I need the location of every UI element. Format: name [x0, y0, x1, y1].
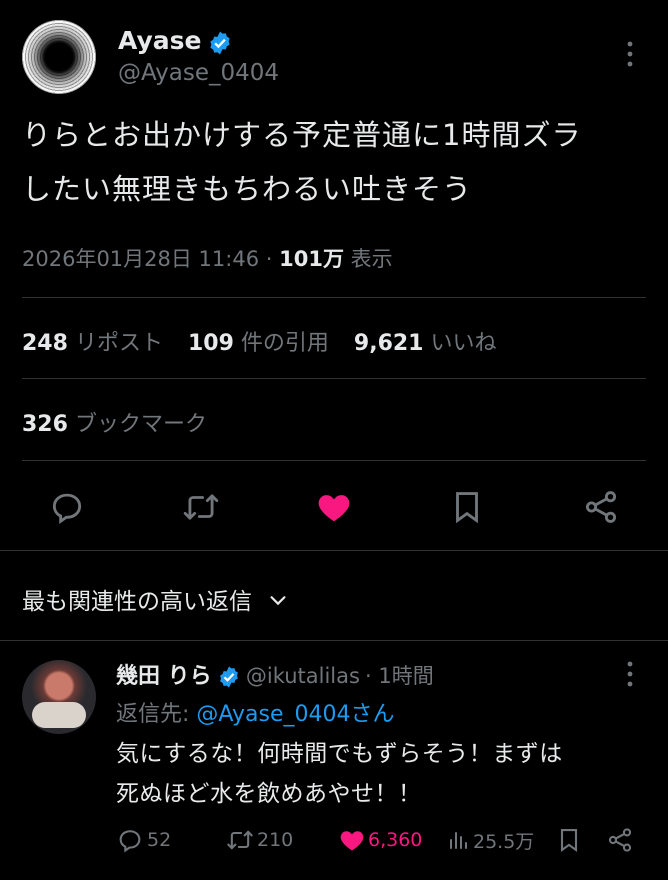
quotes-stat[interactable]: 109 件の引用	[188, 331, 329, 356]
reply-repost-button[interactable]: 210	[226, 826, 293, 854]
stats-row: 248 リポスト 109 件の引用 9,621 いいね	[22, 325, 497, 357]
reply-author-name[interactable]: 幾田 りら	[116, 664, 212, 689]
reply-to-handle[interactable]: @Ayase_0404さん	[196, 702, 394, 727]
reply-replies-button[interactable]: 52	[116, 826, 171, 854]
divider	[0, 640, 668, 641]
author-name-row[interactable]: Ayase	[118, 26, 233, 60]
bookmarks-count: 326	[22, 412, 68, 437]
bookmarks-label: ブックマーク	[74, 412, 207, 437]
tweet-text-line: りらとお出かけする予定普通に1時間ズラ	[22, 118, 582, 152]
like-icon	[318, 495, 350, 522]
divider	[22, 460, 646, 461]
more-icon[interactable]	[620, 40, 640, 72]
verified-badge-icon	[207, 30, 233, 60]
reply-text-line: 死ぬほど水を飲めあやせ！！	[116, 781, 422, 807]
share-button[interactable]	[582, 488, 620, 526]
quotes-label: 件の引用	[240, 331, 329, 356]
reply-icon	[119, 830, 141, 853]
bookmarks-stat[interactable]: 326 ブックマーク	[22, 406, 207, 438]
author-handle[interactable]: @Ayase_0404	[118, 60, 279, 86]
reply-more-icon[interactable]	[620, 660, 640, 692]
divider	[22, 378, 646, 379]
reply-reposts-count: 210	[257, 829, 294, 851]
views-count: 101万	[279, 247, 344, 271]
repost-button[interactable]	[182, 488, 220, 526]
reply-author-handle[interactable]: @ikutalilas	[246, 664, 360, 688]
reply-like-button[interactable]: 6,360	[338, 826, 422, 854]
tweet-text: りらとお出かけする予定普通に1時間ズラ したい無理きもちわるい吐きそう	[22, 108, 652, 216]
reposts-stat[interactable]: 248 リポスト	[22, 331, 163, 356]
repost-icon	[227, 830, 253, 850]
reply-text: 気にするな！何時間でもずらそう！まずは 死ぬほど水を飲めあやせ！！	[116, 734, 656, 814]
reply-views-button[interactable]: 25.5万	[446, 826, 534, 854]
reply-to-label: 返信先:	[116, 702, 190, 727]
replies-sort-label: 最も関連性の高い返信	[22, 589, 252, 615]
tweet-timestamp[interactable]: 2026年01月28日 11:46 ·	[22, 247, 272, 271]
reply-views-count: 25.5万	[473, 830, 535, 853]
reply-text-line: 気にするな！何時間でもずらそう！まずは	[116, 741, 563, 767]
like-button[interactable]	[315, 488, 353, 526]
likes-count: 9,621	[353, 331, 424, 356]
views-label: 表示	[350, 247, 393, 271]
reply-author-avatar[interactable]	[22, 660, 96, 734]
reply-likes-count: 6,360	[368, 829, 423, 851]
reply-to: 返信先: @Ayase_0404さん	[116, 696, 394, 728]
like-icon	[340, 831, 364, 851]
reply-button[interactable]	[48, 488, 86, 526]
bookmark-button[interactable]	[448, 488, 486, 526]
share-icon	[585, 491, 617, 523]
author-display-name[interactable]: Ayase	[118, 26, 201, 55]
share-icon	[608, 828, 632, 852]
repost-icon	[183, 494, 219, 520]
reply-bookmark-button[interactable]	[555, 826, 583, 858]
replies-sort-dropdown[interactable]: 最も関連性の高い返信	[22, 582, 289, 617]
verified-badge-icon	[217, 665, 241, 693]
reply-time[interactable]: · 1時間	[365, 664, 434, 688]
bookmark-icon	[560, 829, 578, 852]
tweet-text-line: したい無理きもちわるい吐きそう	[22, 172, 473, 206]
tweet-meta: 2026年01月28日 11:46 · 101万 表示	[22, 243, 393, 273]
reply-header: 幾田 りら @ikutalilas · 1時間	[116, 658, 434, 693]
reply-replies-count: 52	[147, 829, 172, 851]
divider	[22, 297, 646, 298]
likes-stat[interactable]: 9,621 いいね	[354, 331, 497, 356]
reply-share-button[interactable]	[606, 826, 634, 858]
reposts-label: リポスト	[74, 331, 163, 356]
divider	[0, 550, 668, 551]
likes-label: いいね	[430, 331, 497, 356]
bookmark-icon	[456, 492, 478, 524]
quotes-count: 109	[187, 331, 234, 356]
views-icon	[450, 832, 467, 849]
reposts-count: 248	[22, 331, 68, 356]
reply-icon	[52, 493, 82, 525]
author-avatar[interactable]	[22, 20, 96, 94]
chevron-down-icon	[267, 589, 289, 617]
